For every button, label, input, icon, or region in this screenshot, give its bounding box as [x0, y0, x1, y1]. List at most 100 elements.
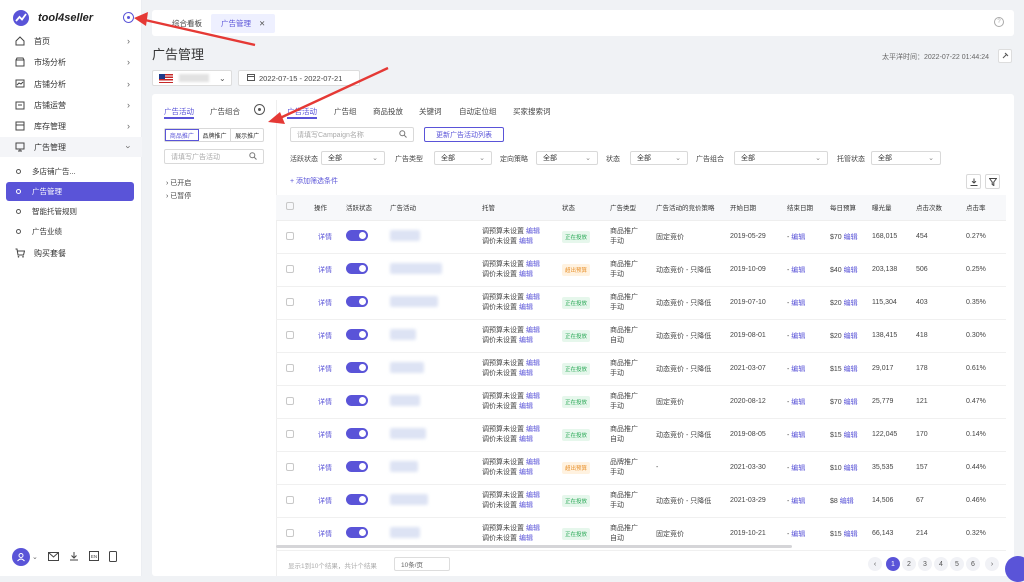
detail-link[interactable]: 详情	[310, 418, 342, 452]
active-toggle[interactable]	[346, 329, 368, 340]
page-button[interactable]: 6	[966, 557, 980, 571]
campaign-name-redacted[interactable]	[390, 527, 420, 538]
sidebar-subitem-multi-store[interactable]: 多店铺广告...	[6, 162, 134, 181]
edit-budget-link[interactable]: 编辑	[844, 333, 858, 340]
tab-ad-management[interactable]: 广告管理 ✕	[211, 14, 276, 33]
active-toggle[interactable]	[346, 362, 368, 373]
detail-link[interactable]: 详情	[310, 286, 342, 320]
horizontal-scrollbar[interactable]	[276, 545, 792, 548]
campaign-name-redacted[interactable]	[390, 263, 442, 274]
filter-select[interactable]: 全部 ⌄	[434, 151, 492, 165]
prev-page-button[interactable]: ‹	[868, 557, 882, 571]
edit-bid-rule-link[interactable]: 编辑	[519, 337, 533, 344]
language-icon[interactable]: EN	[88, 551, 99, 563]
edit-budget-link[interactable]: 编辑	[844, 531, 858, 538]
active-toggle[interactable]	[346, 428, 368, 439]
edit-bid-rule-link[interactable]: 编辑	[519, 436, 533, 443]
campaign-filter-input[interactable]: 请填写广告活动	[164, 149, 264, 164]
sidebar-subitem-smart-rules[interactable]: 智能托管规则	[6, 202, 134, 221]
campaign-name-redacted[interactable]	[390, 296, 438, 307]
page-button[interactable]: 2	[902, 557, 916, 571]
edit-budget-link[interactable]: 编辑	[844, 366, 858, 373]
edit-budget-link[interactable]: 编辑	[840, 498, 854, 505]
edit-budget-rule-link[interactable]: 编辑	[526, 294, 540, 301]
edit-end-date-link[interactable]: 编辑	[791, 366, 805, 373]
edit-end-date-link[interactable]: 编辑	[791, 300, 805, 307]
select-all-checkbox[interactable]	[286, 202, 294, 211]
content-tab[interactable]: 广告活动	[287, 106, 317, 117]
close-icon[interactable]: ✕	[259, 19, 265, 28]
table-row[interactable]: 详情 调预算未设置 编辑 调价未设置 编辑 正在投放 商品推广 自动 动态竞价 - 只降低 2…	[276, 319, 1006, 353]
row-checkbox[interactable]	[286, 330, 294, 339]
filter-funnel-icon[interactable]	[985, 174, 1000, 189]
campaign-name-redacted[interactable]	[390, 494, 428, 505]
active-toggle[interactable]	[346, 395, 368, 406]
tab-dashboard[interactable]: 综合看板	[162, 14, 212, 33]
edit-bid-rule-link[interactable]: 编辑	[519, 403, 533, 410]
detail-link[interactable]: 详情	[310, 385, 342, 419]
settings-gear-icon[interactable]	[123, 12, 134, 23]
edit-end-date-link[interactable]: 编辑	[791, 234, 805, 241]
tree-node-paused[interactable]: › 已暂停	[166, 191, 191, 201]
edit-bid-rule-link[interactable]: 编辑	[519, 469, 533, 476]
active-toggle[interactable]	[346, 461, 368, 472]
edit-budget-rule-link[interactable]: 编辑	[526, 525, 540, 532]
segment-sponsored-brands[interactable]: 品牌推广	[199, 129, 232, 141]
table-row[interactable]: 详情 调预算未设置 编辑 调价未设置 编辑 正在投放 商品推广 手动 动态竞价 - 只降低 2…	[276, 484, 1006, 518]
table-row[interactable]: 详情 调预算未设置 编辑 调价未设置 编辑 正在投放 商品推广 手动 固定竞价 2019-05…	[276, 220, 1006, 254]
row-checkbox[interactable]	[286, 396, 294, 405]
row-checkbox[interactable]	[286, 363, 294, 372]
content-tab[interactable]: 商品投放	[373, 106, 403, 117]
row-checkbox[interactable]	[286, 264, 294, 273]
table-row[interactable]: 详情 调预算未设置 编辑 调价未设置 编辑 超出预算 品牌推广 手动 -2021-03-30…	[276, 451, 1006, 485]
table-row[interactable]: 详情 调预算未设置 编辑 调价未设置 编辑 正在投放 商品推广 自动 动态竞价 - 只降低 2…	[276, 418, 1006, 452]
campaign-name-redacted[interactable]	[390, 362, 424, 373]
active-toggle[interactable]	[346, 296, 368, 307]
campaign-name-redacted[interactable]	[390, 230, 420, 241]
edit-end-date-link[interactable]: 编辑	[791, 267, 805, 274]
campaign-name-redacted[interactable]	[390, 461, 418, 472]
mail-icon[interactable]	[47, 551, 59, 563]
edit-budget-rule-link[interactable]: 编辑	[526, 492, 540, 499]
edit-budget-link[interactable]: 编辑	[844, 267, 858, 274]
left-tab-campaigns[interactable]: 广告活动	[164, 106, 194, 117]
left-panel-settings-icon[interactable]	[254, 104, 265, 115]
campaign-search-input[interactable]: 请填写Campaign名称	[290, 127, 414, 142]
sidebar-subitem-ad-performance[interactable]: 广告业绩	[6, 222, 134, 241]
table-row[interactable]: 详情 调预算未设置 编辑 调价未设置 编辑 超出预算 商品推广 手动 动态竞价 - 只降低 2…	[276, 253, 1006, 287]
row-checkbox[interactable]	[286, 528, 294, 537]
sidebar-item-store-ops[interactable]: 店铺运营 ›	[0, 95, 142, 115]
edit-budget-link[interactable]: 编辑	[844, 432, 858, 439]
detail-link[interactable]: 详情	[310, 220, 342, 254]
date-range-picker[interactable]: 2022-07-15 - 2022-07-21	[238, 70, 360, 86]
content-tab[interactable]: 买家搜索词	[513, 106, 551, 117]
next-page-button[interactable]: ›	[985, 557, 999, 571]
page-button[interactable]: 5	[950, 557, 964, 571]
marketplace-select[interactable]: ⌄	[152, 70, 232, 86]
left-tab-portfolios[interactable]: 广告组合	[210, 106, 240, 117]
edit-budget-rule-link[interactable]: 编辑	[526, 228, 540, 235]
add-filter-link[interactable]: + 添加筛选条件	[290, 176, 338, 186]
edit-budget-rule-link[interactable]: 编辑	[526, 261, 540, 268]
edit-end-date-link[interactable]: 编辑	[791, 531, 805, 538]
filter-select[interactable]: 全部 ⌄	[871, 151, 941, 165]
chevron-down-icon[interactable]: ⌄	[32, 553, 38, 561]
page-button[interactable]: 1	[886, 557, 900, 571]
edit-end-date-link[interactable]: 编辑	[791, 465, 805, 472]
mobile-icon[interactable]	[108, 550, 117, 564]
edit-bid-rule-link[interactable]: 编辑	[519, 238, 533, 245]
edit-bid-rule-link[interactable]: 编辑	[519, 502, 533, 509]
sidebar-item-inventory[interactable]: 库存管理 ›	[0, 116, 142, 136]
row-checkbox[interactable]	[286, 297, 294, 306]
edit-end-date-link[interactable]: 编辑	[791, 498, 805, 505]
active-toggle[interactable]	[346, 263, 368, 274]
edit-bid-rule-link[interactable]: 编辑	[519, 535, 533, 542]
brand-logo[interactable]: tool4seller	[12, 9, 93, 27]
page-size-select[interactable]: 10条/页	[394, 557, 450, 571]
edit-budget-rule-link[interactable]: 编辑	[526, 459, 540, 466]
edit-budget-link[interactable]: 编辑	[844, 300, 858, 307]
row-checkbox[interactable]	[286, 462, 294, 471]
edit-budget-rule-link[interactable]: 编辑	[526, 393, 540, 400]
detail-link[interactable]: 详情	[310, 253, 342, 287]
edit-budget-rule-link[interactable]: 编辑	[526, 360, 540, 367]
